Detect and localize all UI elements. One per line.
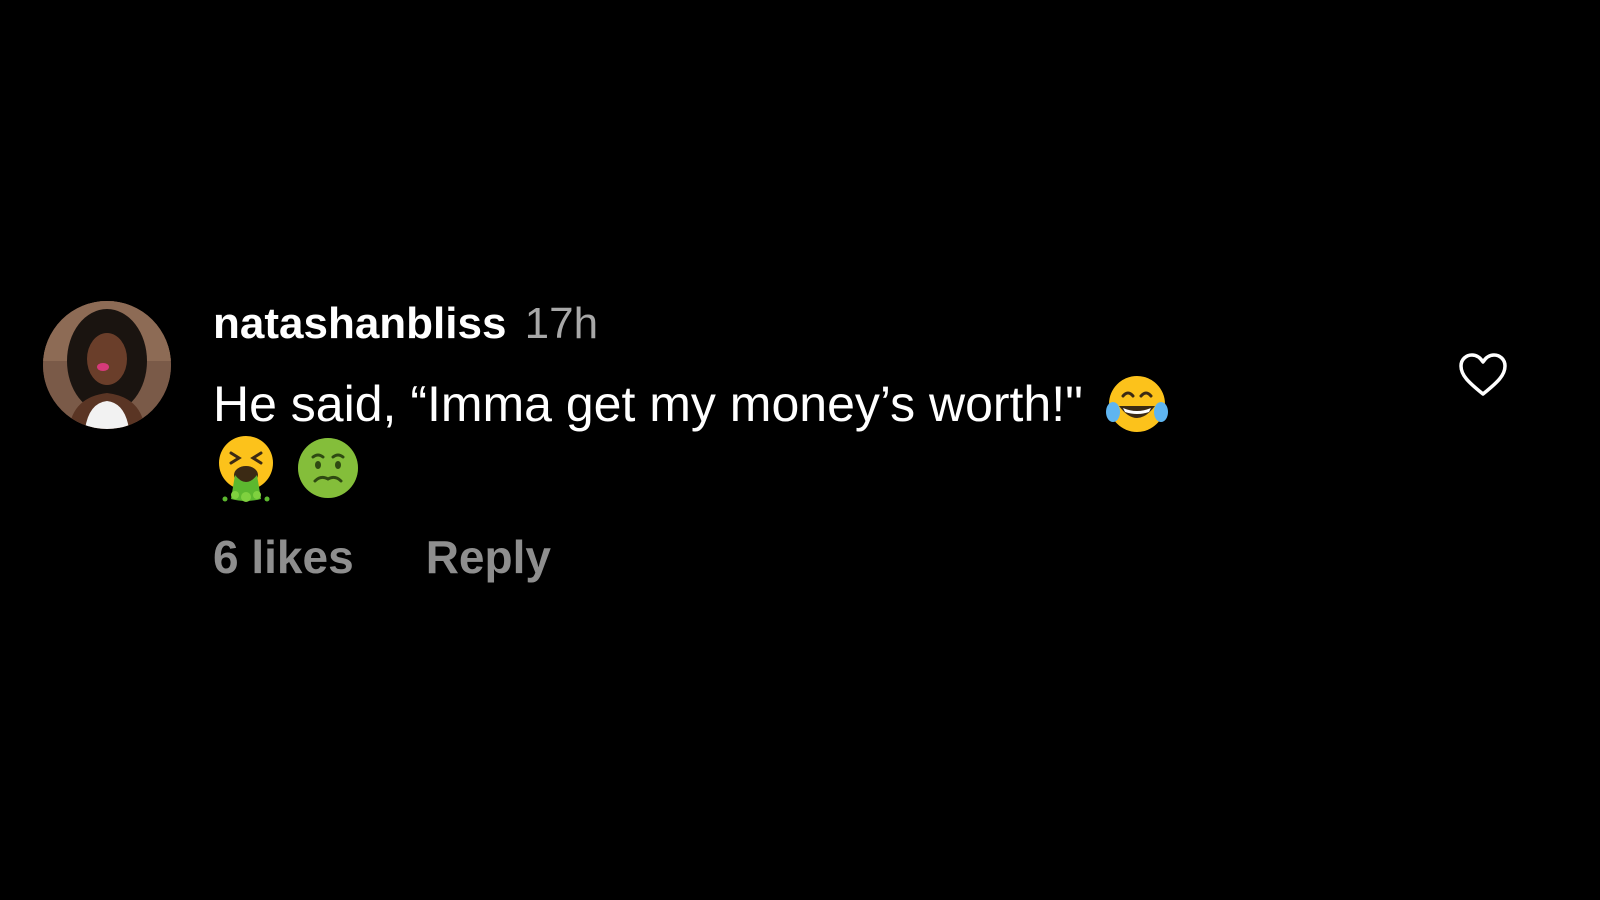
emoji-row [211,433,363,503]
heart-outline-icon[interactable] [1458,352,1508,398]
comment-item: natashanbliss 17h He said, “Imma get my … [0,0,1600,900]
comment-text-content: He said, “Imma get my money’s worth!" [213,376,1083,433]
face-vomiting-icon [219,436,273,502]
avatar-photo [43,301,171,429]
username-link[interactable]: natashanbliss [213,299,506,348]
timestamp: 17h [524,299,599,348]
comment-actions: 6 likes Reply [213,529,551,585]
comment-body: natashanbliss 17h He said, “Imma get my … [213,296,1393,583]
face-with-tears-of-joy-icon [1105,376,1168,432]
nauseated-face-icon [298,438,358,498]
comment-header: natashanbliss 17h [213,296,1393,352]
avatar[interactable] [43,301,171,429]
likes-count-link[interactable]: 6 likes [213,529,354,585]
comment-text: He said, “Imma get my money’s worth!" [213,372,1393,444]
reply-button[interactable]: Reply [426,529,551,585]
